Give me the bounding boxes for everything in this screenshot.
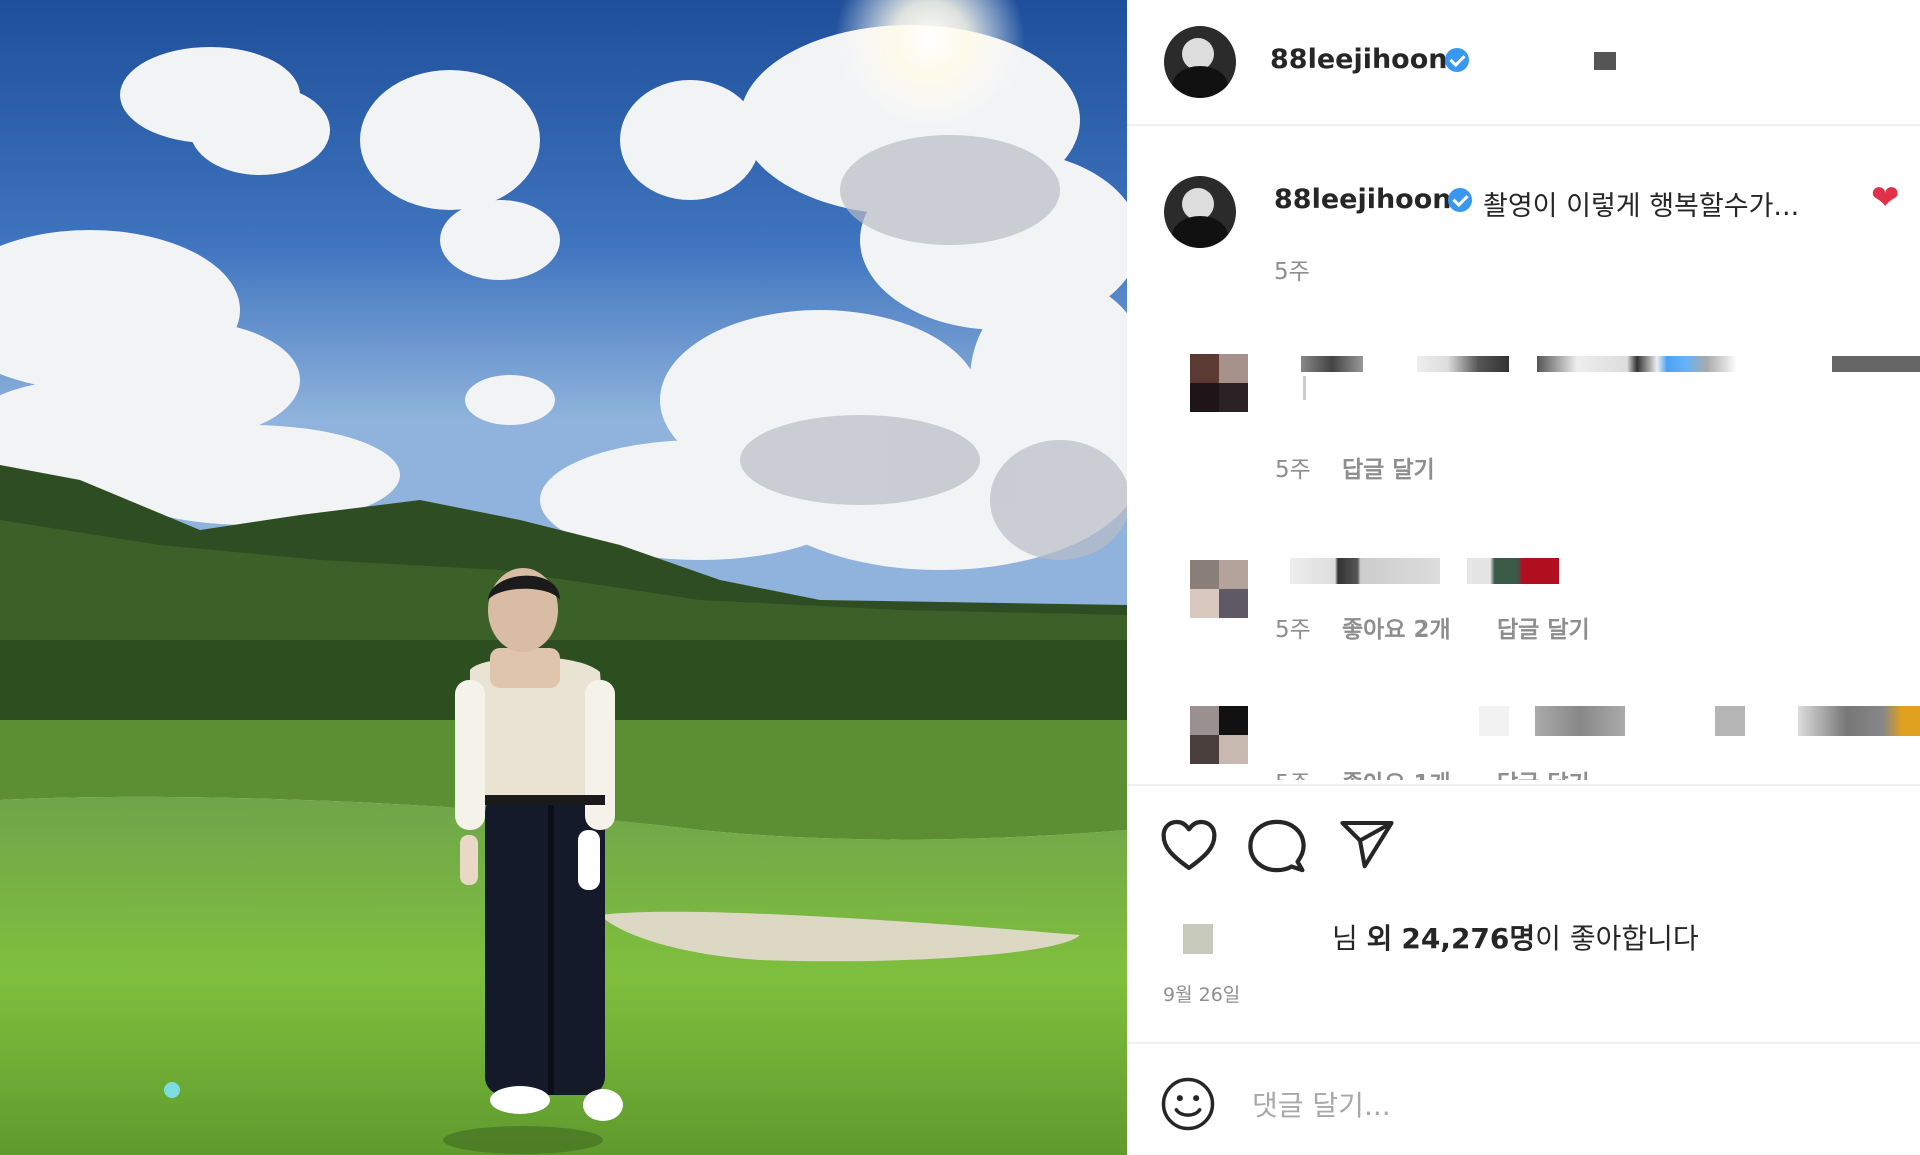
input-divider [1127,1042,1920,1044]
post-date: 9월 26일 [1163,984,1241,1006]
comment-time: 5주 [1275,457,1311,483]
comment-item: 5주 좋아요 1개 답글 달기 [1127,690,1920,780]
comment-time: 5주 [1275,764,1311,780]
caption-username[interactable]: 88leejihoon [1274,184,1452,215]
paper-plane-icon[interactable] [1339,818,1395,870]
smiley-icon[interactable] [1160,1076,1216,1132]
avatar[interactable] [1164,26,1236,98]
comment-likes[interactable]: 좋아요 2개 [1342,610,1451,644]
heart-icon[interactable] [1160,818,1218,872]
comment-likes[interactable]: 좋아요 1개 [1342,764,1451,780]
comment-input[interactable]: 댓글 달기... [1252,1084,1391,1124]
caption-text: 촬영이 이렇게 행복할수가... [1483,191,1800,222]
post-photo[interactable] [0,0,1127,1155]
reply-button[interactable]: 답글 달기 [1497,610,1590,644]
comment-time: 5주 [1275,617,1311,643]
comment-avatar[interactable] [1190,706,1248,764]
reply-button[interactable]: 답글 달기 [1497,764,1590,780]
actions-divider [1127,784,1920,786]
likes-summary[interactable]: 님 외 24,276명이 좋아합니다 [1332,917,1699,957]
comment-bubble-icon[interactable] [1248,818,1306,874]
comment-avatar[interactable] [1190,560,1248,618]
caption-avatar[interactable] [1164,176,1236,248]
heart-emoji-icon: ❤ [1871,178,1900,218]
header-blurred-block [1594,52,1616,70]
header-divider [1127,124,1920,126]
header-username[interactable]: 88leejihoon [1270,44,1448,75]
liker-avatar[interactable] [1183,924,1213,954]
verified-badge-icon [1445,48,1469,72]
verified-badge-icon [1448,188,1472,212]
post-sidebar: 88leejihoon 88leejihoon 촬영이 이렇게 행복할수가...… [1127,0,1920,1155]
comment-avatar[interactable] [1190,354,1248,412]
caption-time: 5주 [1274,259,1310,285]
reply-button[interactable]: 답글 달기 [1342,450,1435,484]
